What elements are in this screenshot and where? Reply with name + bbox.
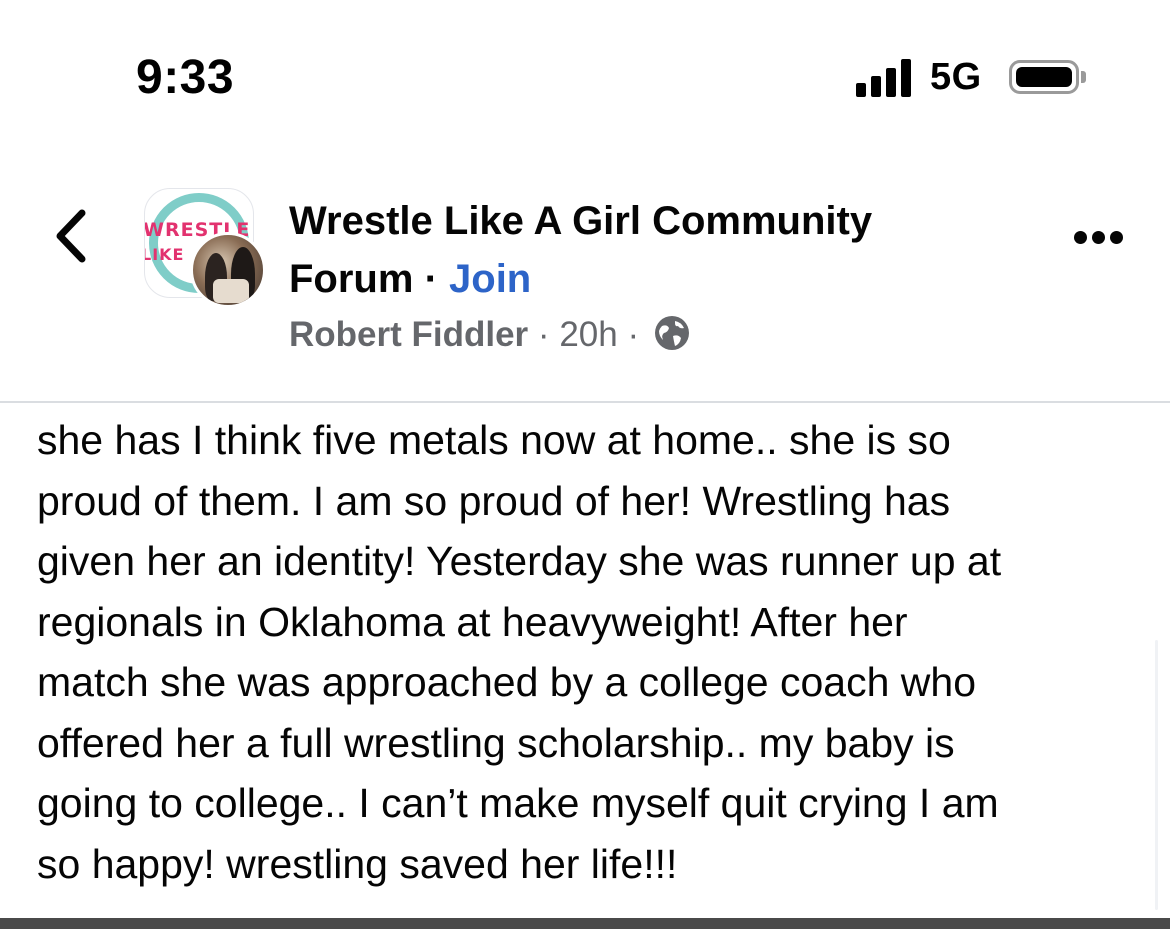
- chevron-left-icon: [56, 209, 86, 263]
- post-text: she has I think five metals now at home.…: [37, 410, 1147, 894]
- post-text-line: proud of them. I am so proud of her! Wre…: [37, 477, 951, 524]
- globe-icon[interactable]: [653, 314, 691, 352]
- status-time: 9:33: [136, 51, 235, 104]
- network-type: 5G: [930, 56, 982, 98]
- post-text-line: given her an identity! Yesterday she was…: [37, 538, 1002, 584]
- battery-icon: [1009, 60, 1079, 94]
- battery-cap: [1081, 71, 1086, 83]
- author-name[interactable]: Robert Fiddler: [289, 315, 528, 354]
- meta-separator-2: ·: [627, 315, 640, 354]
- post-text-line: going to college.. I can’t make myself q…: [37, 780, 999, 826]
- post-text-line: so happy! wrestling saved her life!!!: [37, 840, 678, 887]
- post-text-line: regionals in Oklahoma at heavyweight! Af…: [37, 598, 908, 645]
- more-options-button[interactable]: [1070, 222, 1128, 252]
- status-bar: 9:33 5G: [0, 0, 1170, 140]
- group-logo-text-2: LIKE: [144, 245, 185, 264]
- cellular-signal-icon: [856, 59, 914, 97]
- group-name[interactable]: Wrestle Like A Girl Community Forum: [289, 199, 872, 301]
- author-avatar[interactable]: [190, 232, 266, 308]
- scrollbar[interactable]: [1155, 640, 1158, 910]
- back-button[interactable]: [48, 205, 98, 267]
- post-text-line: offered her a full wrestling scholarship…: [37, 719, 955, 766]
- join-group-link[interactable]: Join: [449, 257, 531, 301]
- meta-separator: ·: [537, 315, 550, 354]
- post-text-line: match she was approached by a college co…: [37, 659, 977, 705]
- post-text-line: she has I think five metals now at home.…: [37, 417, 951, 463]
- header-divider: [0, 401, 1170, 403]
- post-timestamp[interactable]: 20h: [559, 315, 617, 354]
- post-header-title: Wrestle Like A Girl Community Forum · Jo…: [289, 192, 989, 308]
- bottom-media-edge: [0, 918, 1170, 929]
- post-meta: Robert Fiddler · 20h ·: [289, 314, 691, 355]
- title-separator: ·: [424, 257, 438, 301]
